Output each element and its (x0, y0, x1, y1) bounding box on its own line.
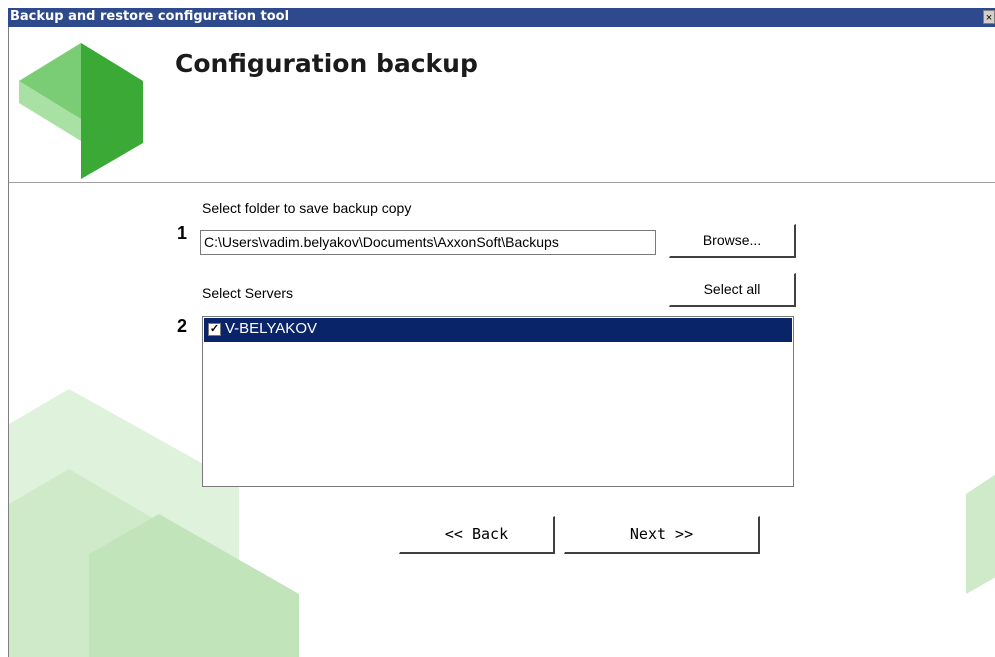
next-button[interactable]: Next >> (564, 516, 760, 554)
server-name: V-BELYAKOV (225, 320, 317, 337)
step-number-1: 1 (177, 223, 188, 243)
browse-button[interactable]: Browse... (669, 224, 796, 258)
title-bar[interactable]: Backup and restore configuration tool × (8, 8, 995, 27)
servers-label: Select Servers (202, 285, 294, 301)
close-button[interactable]: × (983, 10, 995, 24)
top-strip (0, 0, 995, 8)
window-body: Configuration backup Select folder to sa… (8, 27, 995, 657)
folder-label: Select folder to save backup copy (202, 200, 412, 216)
header-area: Configuration backup (9, 27, 995, 182)
logo-face-right (81, 43, 143, 179)
select-all-button[interactable]: Select all (669, 273, 796, 307)
server-row-v-belyakov[interactable]: ✓ V-BELYAKOV (204, 318, 792, 342)
server-list[interactable]: ✓ V-BELYAKOV (202, 316, 794, 487)
window-title: Backup and restore configuration tool (10, 9, 290, 24)
close-icon: × (985, 12, 993, 24)
green-cube-logo-icon (19, 43, 143, 179)
step-number-2: 2 (177, 316, 188, 336)
backup-folder-input[interactable]: C:\Users\vadim.belyakov\Documents\AxxonS… (200, 230, 656, 255)
checkmark-icon: ✓ (209, 323, 220, 335)
bg-hex-right (966, 474, 995, 594)
server-checkbox[interactable]: ✓ (208, 323, 221, 336)
back-button[interactable]: << Back (399, 516, 555, 554)
page-title: Configuration backup (175, 49, 478, 78)
